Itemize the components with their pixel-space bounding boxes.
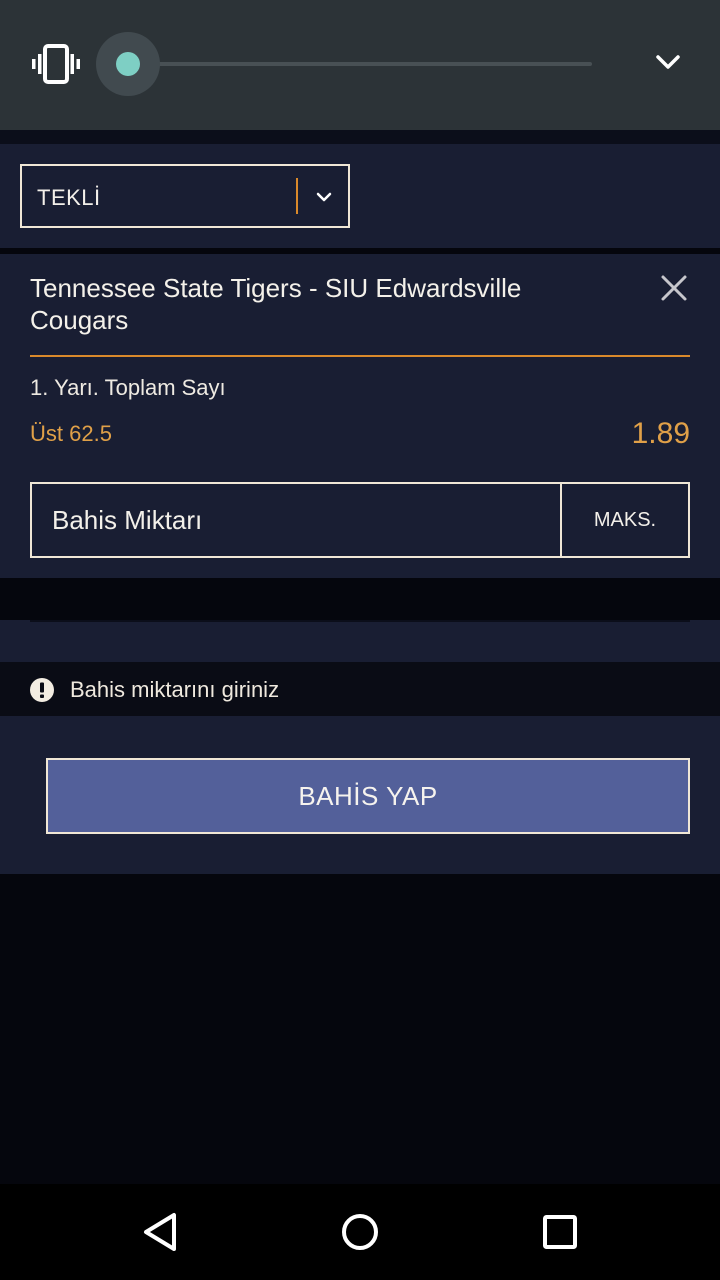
bet-type-dropdown[interactable]: TEKLİ (20, 164, 350, 228)
bet-slip-item: Tennessee State Tigers - SIU Edwardsvill… (0, 254, 720, 578)
home-circle-icon[interactable] (334, 1206, 386, 1258)
stake-field[interactable] (30, 482, 562, 558)
volume-slider-track[interactable] (128, 62, 592, 66)
odds-value: 1.89 (631, 417, 690, 450)
action-section: BAHİS YAP (0, 716, 720, 874)
section-gap (0, 578, 720, 620)
bet-type-section: TEKLİ (0, 144, 720, 248)
match-title: Tennessee State Tigers - SIU Edwardsvill… (30, 273, 522, 335)
market-name: 1. Yarı. Toplam Sayı (30, 375, 226, 400)
stake-input[interactable] (32, 484, 562, 556)
vibrate-icon[interactable] (30, 42, 82, 86)
volume-panel (0, 0, 720, 130)
back-triangle-icon[interactable] (134, 1206, 186, 1258)
slip-divider (30, 355, 690, 357)
dropdown-divider (296, 178, 298, 214)
panel-shadow (0, 130, 720, 144)
divider (30, 620, 690, 622)
place-bet-button[interactable]: BAHİS YAP (46, 758, 690, 834)
chevron-down-icon[interactable] (648, 44, 688, 80)
chevron-down-icon (316, 192, 332, 202)
navigation-bar (0, 1184, 720, 1280)
selection-name: Üst 62.5 (30, 421, 112, 446)
max-stake-button[interactable]: MAKS. (560, 482, 690, 558)
empty-section (0, 620, 720, 662)
bet-type-value: TEKLİ (37, 185, 101, 210)
close-icon[interactable] (656, 270, 692, 306)
warning-text: Bahis miktarını giriniz (70, 677, 280, 702)
alert-circle-icon (30, 678, 54, 702)
warning-bar: Bahis miktarını giriniz (0, 662, 720, 716)
volume-slider-thumb[interactable] (116, 52, 140, 76)
recents-square-icon[interactable] (534, 1206, 586, 1258)
